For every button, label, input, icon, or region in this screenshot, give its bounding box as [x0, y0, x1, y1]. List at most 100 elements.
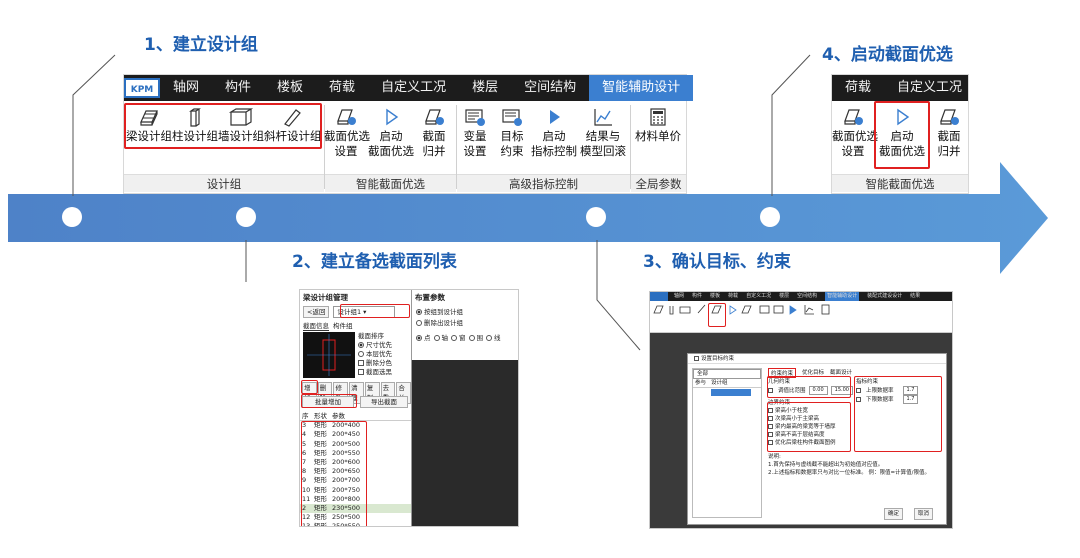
group-label-smart-section: 智能截面优选 — [325, 174, 456, 192]
chart-line-icon — [594, 109, 612, 126]
step-1-title: 1、建立设计组 — [144, 35, 258, 55]
tab-space-structure[interactable]: 空间结构 — [511, 75, 589, 101]
col-shape: 形状 — [314, 412, 327, 420]
group-label-design-group: 设计组 — [124, 174, 324, 192]
section-merge-icon — [940, 109, 959, 125]
material-price-button[interactable]: 材料单价 — [630, 107, 686, 144]
design-group-row[interactable] — [711, 389, 751, 396]
tab-smart-design[interactable]: 智能辅助设计 — [589, 75, 694, 101]
tab-load[interactable]: 荷载 — [316, 75, 368, 101]
ok-button[interactable]: 确定 — [884, 508, 904, 520]
mini-tab[interactable]: 智能辅助设计 — [825, 292, 860, 301]
mini-tab[interactable]: 楼层 — [779, 292, 789, 301]
section-shape-icon — [307, 334, 351, 376]
export-section-button[interactable]: 导出截面 — [360, 396, 408, 408]
mini-tab[interactable]: 空间结构 — [797, 292, 817, 301]
timeline-dot-4 — [760, 207, 780, 227]
goal-icon — [502, 109, 522, 126]
section-optimize-settings-button[interactable]: 截面优选 设置 — [324, 107, 370, 159]
geometry-constraint-highlight — [767, 376, 851, 398]
filter-select[interactable]: 全部 — [693, 369, 761, 379]
small-ribbon: 荷载 自定义工况 截面优选 设置 启动 截面优选 截面 归并 智能截面优选 — [832, 75, 968, 193]
layout-title: 布置参数 — [415, 293, 445, 302]
mode-axis[interactable]: 轴 — [433, 333, 448, 344]
section-merge-button[interactable]: 截面 归并 — [414, 107, 454, 159]
timeline-dot-3 — [586, 207, 606, 227]
note-line-1: 1.首先保持与虚线截不能超出为初始值对应值。 — [768, 462, 884, 468]
sort-size-option[interactable]: 尺寸优先 — [358, 341, 392, 350]
tab-floor[interactable]: 楼层 — [459, 75, 511, 101]
variable-settings-button[interactable]: 变量 设置 — [456, 107, 494, 159]
panel-title: 梁设计组管理 — [303, 293, 348, 302]
cancel-button[interactable]: 取消 — [914, 508, 934, 520]
mini-ribbon-icons — [653, 304, 830, 315]
remove-from-group-option[interactable]: 删除出设计组 — [416, 318, 514, 329]
timeline-dot-1 — [62, 207, 82, 227]
start-index-control-button[interactable]: 启动 指标控制 — [530, 107, 578, 159]
mini-tab[interactable]: 构件 — [692, 292, 702, 301]
tab-axis[interactable]: 轴网 — [160, 75, 212, 101]
mini-tab[interactable]: 结果 — [910, 292, 920, 301]
design-group-manager-panel: 梁设计组管理 <返回 设计组1 ▾ 截面信息 构件组 截面排序 尺寸优先 本层优… — [300, 290, 518, 526]
goal-constraint-screenshot: 轴网 构件 楼板 荷载 自定义工况 楼层 空间结构 智能辅助设计 装配式建设设计 结果 设置目标约… — [650, 292, 952, 528]
note-line-2: 2.上述指标和数据率只与对比一位标准。 例：限值=计算值/限值。 — [768, 470, 930, 476]
col-param: 参数 — [332, 412, 345, 420]
tab-custom-case[interactable]: 自定义工况 — [368, 75, 459, 101]
design-group-highlight — [124, 103, 322, 149]
drawing-canvas[interactable] — [412, 360, 518, 526]
tab-member[interactable]: 构件 — [212, 75, 264, 101]
tab-slab[interactable]: 楼板 — [264, 75, 316, 101]
assign-to-group-option[interactable]: 按组到设计组 — [416, 307, 514, 318]
edge-constraint-highlight — [767, 402, 851, 452]
goal-constraint-dialog: 设置目标约束 全部 参与 设计组 约束约束 优化目标 截面设计 几何约束 调值比… — [688, 354, 946, 524]
step-4-title: 4、启动截面优选 — [822, 45, 953, 65]
col-index: 序 — [302, 412, 309, 420]
mode-fence[interactable]: 围 — [468, 333, 483, 344]
sort-title: 截面排序 — [358, 332, 384, 340]
tab-load[interactable]: 荷载 — [832, 75, 884, 101]
group-select-highlight — [340, 304, 410, 318]
play-icon — [550, 110, 560, 124]
group-label-advanced-index: 高级指标控制 — [457, 174, 630, 192]
start-optimize-highlight — [874, 101, 930, 169]
add-highlight — [301, 380, 318, 394]
section-optimize-settings-button[interactable]: 截面优选 设置 — [832, 107, 878, 159]
step-2-title: 2、建立备选截面列表 — [292, 252, 457, 272]
step-3-title: 3、确认目标、约束 — [643, 252, 791, 272]
col-design-group: 设计组 — [711, 380, 728, 386]
mini-section-settings-highlight — [708, 303, 726, 327]
mini-tab[interactable]: 自定义工况 — [746, 292, 771, 301]
section-black-check[interactable]: 截面选黑 — [358, 368, 392, 377]
group-label-global-params: 全局参数 — [631, 174, 686, 192]
sort-floor-option[interactable]: 本层优先 — [358, 350, 392, 359]
tab-member-group[interactable]: 构件组 — [333, 320, 353, 331]
play-icon — [386, 108, 399, 126]
dialog-title: 设置目标约束 — [688, 354, 946, 364]
main-ribbon: KPM 轴网 构件 楼板 荷载 自定义工况 楼层 空间结构 智能辅助设计 梁设计… — [124, 75, 694, 193]
back-button[interactable]: <返回 — [303, 306, 330, 318]
result-rollback-button[interactable]: 结果与 模型回滚 — [578, 107, 628, 159]
tab-custom-case[interactable]: 自定义工况 — [884, 75, 975, 101]
mini-tab[interactable]: 轴网 — [674, 292, 684, 301]
note-title: 说明: — [768, 454, 781, 460]
start-section-optimize-button[interactable]: 启动 截面优选 — [368, 107, 414, 159]
calculator-icon — [650, 108, 666, 126]
group-label-smart-section: 智能截面优选 — [832, 174, 968, 192]
index-constraint-highlight — [854, 376, 942, 452]
section-settings-icon — [337, 109, 356, 125]
timeline-dot-2 — [236, 207, 256, 227]
mode-window[interactable]: 窗 — [451, 333, 466, 344]
mode-line[interactable]: 线 — [486, 333, 501, 344]
mode-point[interactable]: 点 — [416, 333, 431, 344]
section-preview — [303, 332, 355, 378]
mini-tab[interactable]: 楼板 — [710, 292, 720, 301]
section-merge-button[interactable]: 截面 归并 — [930, 107, 968, 159]
delete-color-check[interactable]: 删除分色 — [358, 359, 392, 368]
mini-tab[interactable]: 荷载 — [728, 292, 738, 301]
goal-constraint-button[interactable]: 目标 约束 — [494, 107, 530, 159]
section-merge-icon — [425, 109, 444, 125]
mini-tab[interactable]: 装配式建设设计 — [867, 292, 902, 301]
section-settings-icon — [844, 109, 863, 125]
variable-icon — [465, 109, 485, 126]
tab-section-info[interactable]: 截面信息 — [303, 320, 329, 331]
